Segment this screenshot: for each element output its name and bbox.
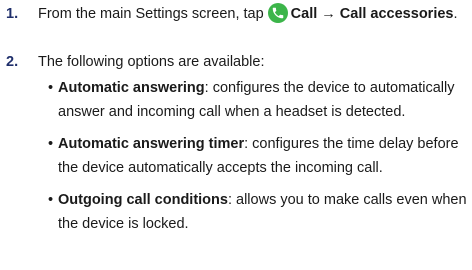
- list-item: • Automatic answering timer: configures …: [48, 132, 468, 180]
- option-name: Automatic answering: [58, 80, 205, 96]
- phone-call-icon: [267, 3, 288, 23]
- option-name: Automatic answering timer: [58, 136, 245, 152]
- step-text-post: .: [453, 6, 458, 22]
- bullet-icon: •: [48, 136, 54, 152]
- step-number: 2.: [6, 54, 19, 70]
- option-name: Outgoing call conditions: [58, 192, 228, 208]
- step-text-pre: From the main Settings screen, tap: [38, 6, 264, 22]
- options-list: • Automatic answering: configures the de…: [48, 76, 468, 236]
- list-item: • Automatic answering: configures the de…: [48, 76, 468, 124]
- menu-path: Call → Call accessories: [290, 6, 454, 22]
- list-item: • Outgoing call conditions: allows you t…: [48, 188, 468, 236]
- step-number: 1.: [6, 6, 19, 22]
- step-text: The following options are available:: [38, 54, 265, 70]
- bullet-icon: •: [48, 192, 54, 208]
- step-text: From the main Settings screen, tap Call →…: [38, 2, 466, 26]
- bullet-icon: •: [48, 80, 54, 96]
